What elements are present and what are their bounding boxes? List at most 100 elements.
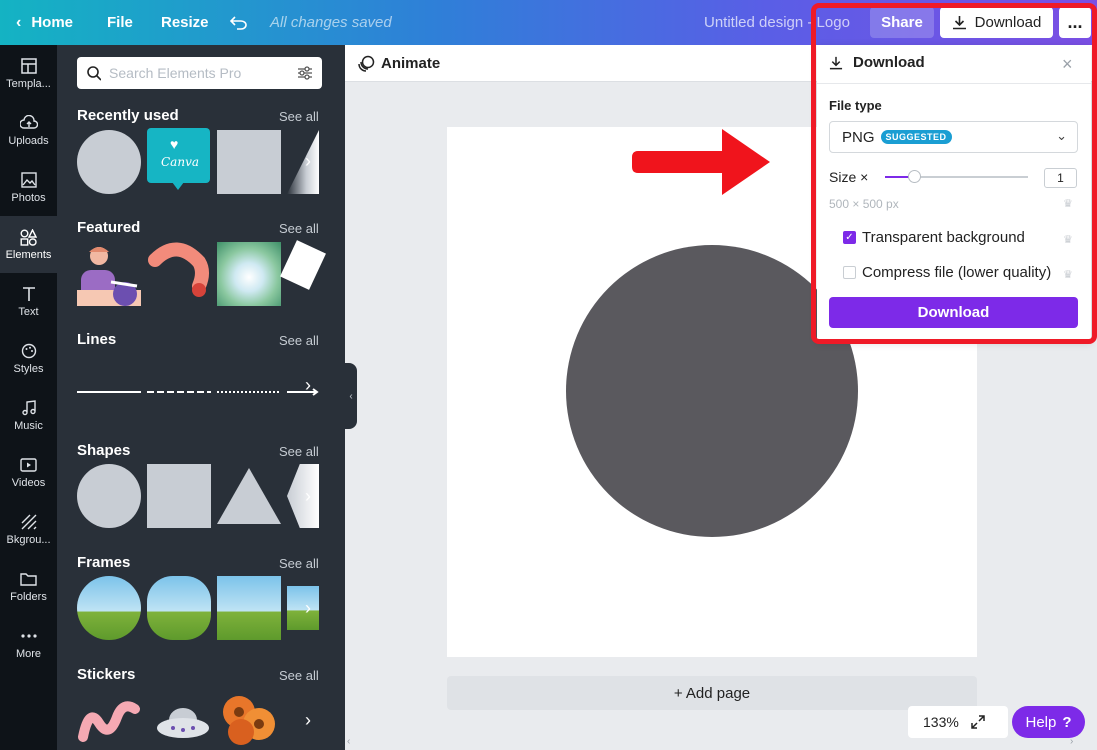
person-illustration[interactable] [77, 242, 141, 306]
rail-item-templates[interactable]: Templa... [0, 45, 57, 102]
section-title-lines: Lines [77, 331, 117, 348]
square-frame[interactable] [217, 576, 281, 640]
background-icon [20, 513, 38, 531]
see-all-shapes[interactable]: See all [279, 444, 319, 459]
size-input[interactable]: 1 [1044, 168, 1077, 188]
search-box[interactable] [77, 57, 322, 89]
compress-file-option[interactable]: Compress file (lower quality) [843, 264, 1051, 281]
rail-item-photos[interactable]: Photos [0, 159, 57, 216]
section-title-frames: Frames [77, 554, 131, 571]
rail-label: Music [14, 420, 43, 432]
expand-icon[interactable] [971, 715, 985, 729]
search-input[interactable] [109, 65, 290, 81]
canva-badge-text: Canva [161, 155, 199, 169]
home-button[interactable]: ‹ Home [16, 0, 73, 45]
lines-row[interactable] [77, 384, 322, 402]
rail-item-videos[interactable]: Videos [0, 444, 57, 501]
pink-tube-illustration[interactable] [147, 242, 211, 306]
square-shape[interactable] [147, 464, 211, 528]
zoom-control[interactable]: 133% [908, 706, 1008, 738]
size-label: Size × [829, 169, 869, 185]
square-thumbnail[interactable] [217, 130, 281, 194]
download-panel-header: Download [829, 54, 925, 71]
share-button[interactable]: Share [870, 7, 934, 38]
worm-sticker[interactable] [77, 695, 141, 750]
rail-label: Elements [5, 249, 52, 261]
see-all-lines[interactable]: See all [279, 333, 319, 348]
rail-item-background[interactable]: Bkgrou... [0, 501, 57, 558]
close-icon[interactable]: × [1062, 54, 1073, 75]
triangle-shape[interactable] [217, 468, 281, 524]
see-all-recent[interactable]: See all [279, 109, 319, 124]
rail-item-uploads[interactable]: Uploads [0, 102, 57, 159]
scroll-right-icon[interactable]: › [1070, 736, 1073, 747]
rail-label: Text [18, 306, 39, 318]
scalloped-frame[interactable] [147, 576, 211, 640]
see-all-frames[interactable]: See all [279, 556, 319, 571]
section-title-featured: Featured [77, 219, 141, 236]
help-label: Help [1025, 713, 1057, 731]
horizontal-scrollbar[interactable]: ‹ › [347, 736, 1087, 748]
rail-item-text[interactable]: Text [0, 273, 57, 330]
text-icon [20, 285, 38, 303]
crown-icon: ♛ [1063, 269, 1073, 281]
collapse-panel-button[interactable]: ‹ [345, 363, 357, 429]
file-type-select[interactable]: PNG SUGGESTED ⌄ [829, 121, 1078, 153]
chevron-right-icon[interactable]: › [297, 150, 319, 172]
suggested-badge: SUGGESTED [880, 130, 952, 144]
scroll-left-icon[interactable]: ‹ [347, 736, 350, 747]
palette-icon [20, 342, 38, 360]
zoom-level[interactable]: 133% [923, 714, 959, 730]
chevron-right-icon[interactable]: › [297, 485, 319, 507]
animate-button[interactable]: Animate [358, 45, 440, 82]
chevron-right-icon[interactable]: › [297, 262, 319, 284]
filter-icon[interactable] [297, 66, 312, 80]
section-title-recent: Recently used [77, 107, 179, 124]
see-all-stickers[interactable]: See all [279, 668, 319, 683]
flowers-sticker[interactable] [217, 690, 281, 750]
rail-label: Bkgrou... [6, 534, 51, 546]
rail-item-folders[interactable]: Folders [0, 558, 57, 615]
rail-item-more[interactable]: More [0, 615, 57, 672]
chevron-left-icon: ‹ [16, 13, 22, 31]
rail-item-elements[interactable]: Elements [0, 216, 57, 273]
undo-button[interactable] [230, 0, 247, 45]
download-panel-title: Download [853, 54, 925, 71]
canva-logo-thumbnail[interactable]: ♥ Canva [147, 128, 210, 190]
rail-label: Styles [13, 363, 44, 375]
see-all-featured[interactable]: See all [279, 221, 319, 236]
elements-panel: Recently used See all ♥ Canva › Featured… [57, 45, 345, 750]
ufo-sticker[interactable] [155, 700, 211, 750]
help-button[interactable]: Help ? [1012, 706, 1085, 738]
design-title[interactable]: Untitled design - Logo [704, 0, 850, 45]
rail-label: Folders [10, 591, 47, 603]
download-top-button[interactable]: Download [940, 7, 1053, 38]
download-icon [829, 56, 843, 69]
canvas-circle-element[interactable] [566, 245, 858, 537]
circle-thumbnail[interactable] [77, 130, 141, 194]
chevron-right-icon[interactable]: › [297, 374, 319, 396]
save-status: All changes saved [270, 14, 392, 31]
elements-icon [20, 228, 38, 246]
file-menu-button[interactable]: File [107, 0, 133, 45]
download-confirm-button[interactable]: Download [829, 297, 1078, 328]
rail-item-music[interactable]: Music [0, 387, 57, 444]
circle-frame[interactable] [77, 576, 141, 640]
transparent-checkbox[interactable]: ✓ [843, 231, 856, 244]
chevron-right-icon[interactable]: › [297, 709, 319, 731]
add-page-button[interactable]: + Add page [447, 676, 977, 710]
compress-checkbox[interactable] [843, 266, 856, 279]
size-slider-thumb[interactable] [907, 170, 921, 183]
undo-icon [230, 16, 247, 30]
more-options-button[interactable]: ... [1059, 7, 1091, 38]
animate-icon [358, 55, 375, 72]
circle-shape[interactable] [77, 464, 141, 528]
transparent-background-option[interactable]: ✓ Transparent background [843, 229, 1025, 246]
more-dots-icon [20, 627, 38, 645]
rail-item-styles[interactable]: Styles [0, 330, 57, 387]
gradient-thumbnail[interactable] [217, 242, 281, 306]
size-slider[interactable] [885, 170, 1028, 183]
resize-button[interactable]: Resize [161, 0, 209, 45]
chevron-right-icon[interactable]: › [297, 597, 319, 619]
rail-label: Videos [11, 477, 46, 489]
